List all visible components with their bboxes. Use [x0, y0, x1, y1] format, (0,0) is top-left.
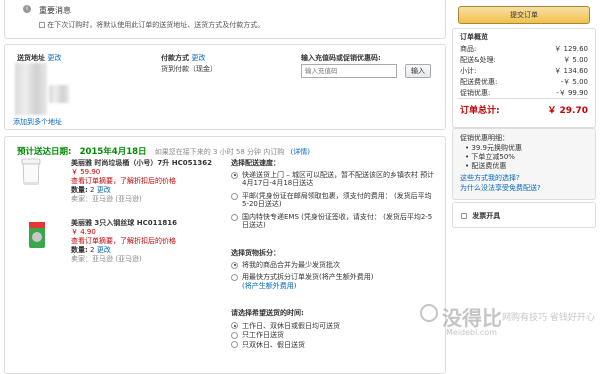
default-checkbox[interactable]: [39, 22, 45, 28]
summary-title: 订单概览: [460, 33, 488, 41]
split-radio[interactable]: [231, 261, 238, 269]
summary-label: 小计:: [460, 67, 477, 75]
delivery-header: 预计送达日期: 2015年4月18日 如果您在接下来的 3 小时 58 分钟 内…: [17, 145, 310, 157]
split-fee-link[interactable]: (将产生额外费用): [242, 282, 437, 291]
item-seller: 卖家：亚马逊 (亚马逊): [71, 195, 142, 203]
promo-detail-box: 促销优惠明细： • 39.9元换购优惠 • 下单立减50% • 配送费优惠 这些…: [452, 128, 596, 200]
checkout-info-box: 送货地址 更改 添加到多个地址 付款方式 更改 货到付款（现金） 输入充值码或促…: [4, 44, 446, 130]
qty-change-link[interactable]: 更改: [97, 246, 111, 254]
summary-value: -￥ 99.90: [556, 89, 588, 97]
address-redacted-2: [49, 85, 69, 103]
invoice-box: 发票开具: [452, 202, 596, 228]
shipping-radio[interactable]: [231, 171, 238, 179]
order-total-label: 订单总计:: [460, 106, 500, 116]
delivery-label: 预计送达日期:: [17, 147, 72, 157]
trash-bin-icon: [21, 158, 41, 185]
split-option[interactable]: 用最快方式拆分订单发货(将产生额外费用): [231, 273, 437, 282]
invoice-label: 发票开具: [472, 212, 501, 220]
summary-divider: [458, 98, 588, 99]
address-label: 送货地址 更改: [17, 54, 62, 62]
item-1: 美丽雅 时尚垃圾桶（小号）7升 HC051362 ￥ 59.90 查看订单摘要，…: [71, 159, 212, 204]
qty-change-link[interactable]: 更改: [97, 186, 111, 194]
address-redacted: [15, 63, 47, 115]
invoice-row[interactable]: 发票开具: [461, 211, 500, 221]
summary-value: ￥ 129.60: [554, 45, 588, 53]
submit-order-button[interactable]: 提交订单: [458, 6, 590, 24]
coupon-label: 输入充值码或促销优惠码:: [301, 54, 381, 62]
split-option[interactable]: 将我的商品合并为最少发货批次: [231, 261, 437, 270]
shipping-speed-title: 选择配送速度：: [231, 159, 280, 167]
item-price: ￥ 59.90: [71, 168, 101, 176]
free-shipping-link[interactable]: 为什么没法享受免费配送?: [460, 183, 541, 193]
delivery-box: 预计送达日期: 2015年4月18日 如果您在接下来的 3 小时 58 分钟 内…: [4, 136, 446, 374]
coupon-input[interactable]: [301, 64, 397, 78]
time-option[interactable]: 只工作日送货: [231, 331, 437, 341]
delivery-time-title: 请选择希望送货的时间:: [231, 309, 304, 317]
item-qty-row: 数量: 2 更改: [71, 186, 111, 194]
item-seller: 卖家：亚马逊 (亚马逊): [71, 255, 142, 263]
summary-label: 配送费优惠:: [460, 78, 498, 86]
promo-title: 促销优惠明细：: [460, 134, 509, 142]
watermark-sub: Meidebi.com: [446, 328, 497, 337]
item-promo: 查看订单摘要，了解折扣后的价格: [71, 177, 176, 185]
shipping-option[interactable]: 快递送货上门 – 城区可以配送，暂不配送该区的乡镇农村 预计4月17日-4月18…: [231, 171, 437, 188]
shipping-option[interactable]: 平邮(凭身份证在邮局领取包裹，须支付的费用： (发货后平均5-20日送达): [231, 192, 437, 209]
item-name[interactable]: 美丽雅 时尚垃圾桶（小号）7升 HC051362: [71, 159, 212, 168]
add-address-link[interactable]: 添加到多个地址: [13, 117, 62, 127]
split-radio[interactable]: [231, 274, 238, 281]
summary-value: ￥ 134.60: [554, 67, 588, 75]
time-option[interactable]: 只双休日、假日送货: [231, 341, 437, 351]
shipping-radio[interactable]: [231, 192, 238, 200]
delivery-note: 如果您在接下来的 3 小时 58 分钟 内订购: [154, 148, 285, 156]
notice-title: 重要消息: [39, 6, 71, 15]
shipping-option[interactable]: 国内特快专递EMS (凭身份证签收，请支付： (发货后平均2-5日送达): [231, 213, 437, 230]
summary-label: 促销优惠:: [460, 89, 491, 97]
address-change-link[interactable]: 更改: [47, 54, 61, 62]
notice-icon: i: [23, 5, 31, 13]
item-image-steel-wool: [27, 221, 47, 249]
item-price: ￥ 4.90: [71, 228, 96, 236]
promo-item: • 配送费优惠: [465, 162, 507, 170]
shipping-options-link[interactable]: 这些方式我的选择?: [460, 173, 520, 183]
watermark-logo-icon: [420, 304, 438, 322]
item-qty-row: 数量: 2 更改: [71, 246, 111, 254]
item-2: 美丽雅 3只入钢丝球 HC011816 ￥ 4.90 查看订单摘要，了解折扣后的…: [71, 219, 177, 264]
shipping-speed-section: 选择配送速度： 快递送货上门 – 城区可以配送，暂不配送该区的乡镇农村 预计4月…: [231, 159, 437, 230]
item-image-trash-bin: [19, 157, 43, 187]
summary-label: 配送&处理:: [460, 56, 496, 64]
invoice-checkbox[interactable]: [461, 213, 467, 219]
summary-value: -￥ 5.00: [560, 78, 588, 86]
delivery-time-section: 请选择希望送货的时间: 工作日、双休日或假日均可送货 只工作日送货 只双休日、假…: [231, 309, 437, 350]
time-radio[interactable]: [231, 341, 238, 348]
order-total-value: ￥ 29.70: [547, 106, 588, 116]
notice-checkbox-row[interactable]: 在下次订购时，将默认使用此订单的送货地址、送货方式及付款方式。: [39, 20, 264, 30]
notice-checkbox-text: 在下次订购时，将默认使用此订单的送货地址、送货方式及付款方式。: [47, 21, 265, 29]
steel-wool-icon: [29, 222, 45, 248]
delivery-date: 2015年4月18日: [79, 147, 147, 157]
payment-label: 付款方式 更改: [161, 54, 206, 62]
watermark: 没得比 Meidebi.com 网购有技巧 省钱好开心: [420, 300, 608, 356]
time-radio[interactable]: [231, 331, 238, 339]
payment-change-link[interactable]: 更改: [191, 54, 205, 62]
notice-box: i 重要消息 在下次订购时，将默认使用此订单的送货地址、送货方式及付款方式。: [4, 0, 446, 39]
payment-value: 货到付款（现金）: [161, 65, 217, 73]
coupon-apply-button[interactable]: 输入: [405, 64, 431, 78]
watermark-slogan: 网购有技巧 省钱好开心: [502, 313, 595, 323]
time-option[interactable]: 工作日、双休日或假日均可送货: [231, 322, 437, 332]
split-title: 选择货物拆分：: [231, 249, 280, 257]
item-name[interactable]: 美丽雅 3只入钢丝球 HC011816: [71, 219, 177, 228]
summary-label: 商品:: [460, 45, 477, 53]
watermark-main: 没得比: [442, 306, 502, 330]
summary-value: ￥ 5.00: [563, 56, 588, 64]
split-section: 选择货物拆分： 将我的商品合并为最少发货批次 用最快方式拆分订单发货(将产生额外…: [231, 249, 437, 291]
delivery-detail-link[interactable]: (详情): [291, 148, 310, 156]
time-radio[interactable]: [231, 322, 238, 329]
shipping-radio[interactable]: [231, 213, 238, 221]
item-promo: 查看订单摘要，了解折扣后的价格: [71, 237, 176, 245]
